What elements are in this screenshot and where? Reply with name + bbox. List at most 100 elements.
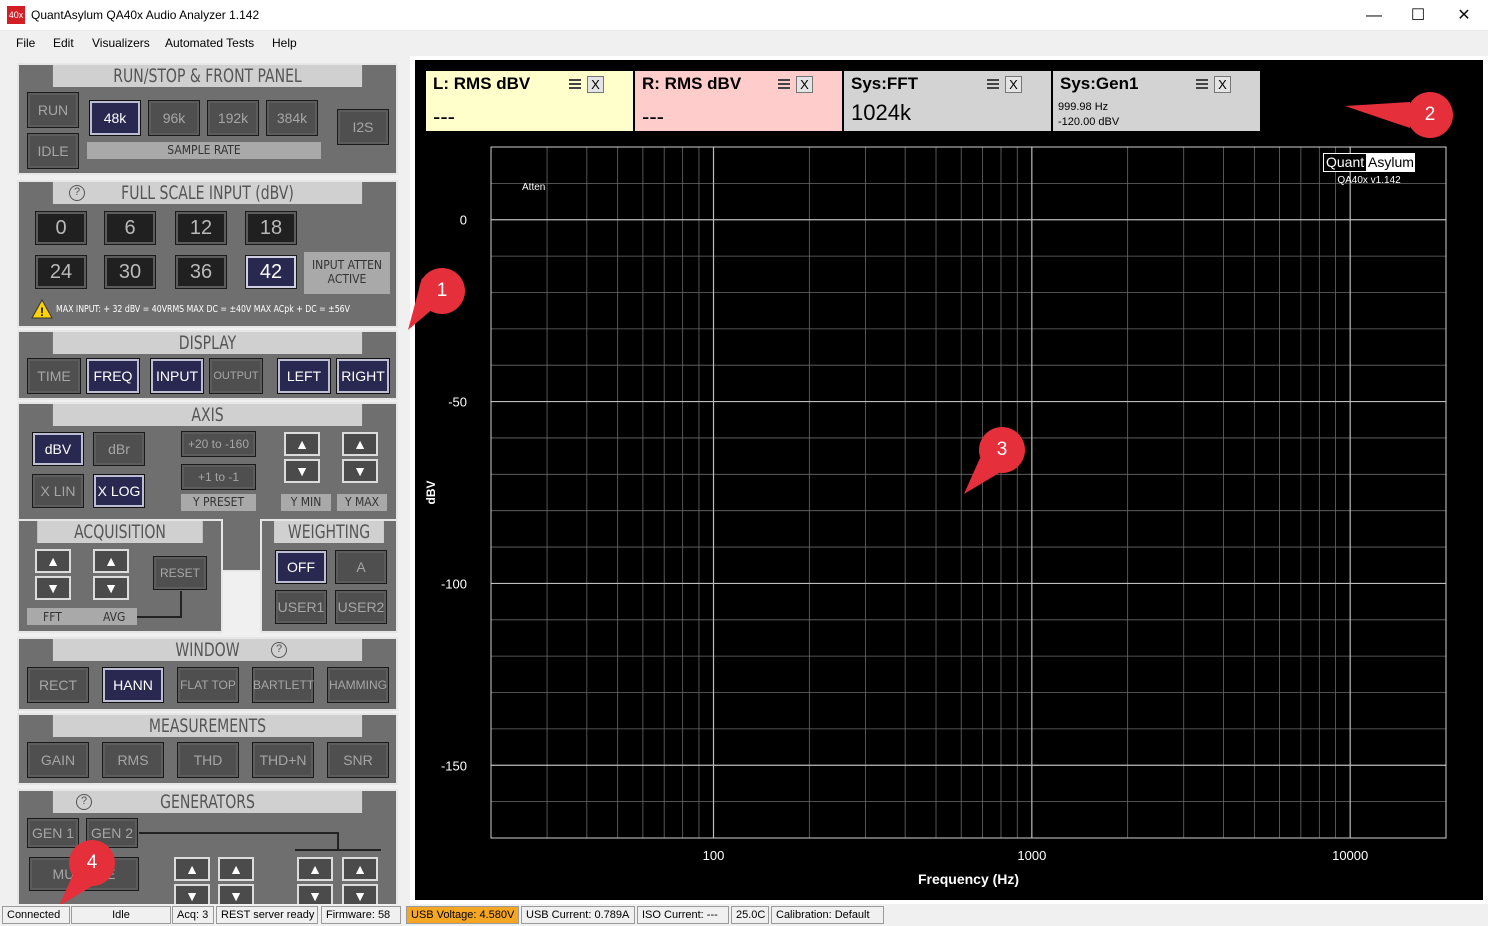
reset-connector-v (180, 591, 182, 618)
maximize-icon[interactable]: ☐ (1395, 0, 1441, 31)
minimize-icon[interactable]: — (1351, 0, 1397, 31)
window-section: WINDOW ? RECT HANN FLAT TOP BARTLETT HAM… (17, 637, 398, 711)
input-atten-label: INPUT ATTEN ACTIVE (304, 252, 390, 294)
weighting-section: WEIGHTING OFF A USER1 USER2 (260, 519, 398, 633)
gain-button[interactable]: GAIN (27, 742, 89, 778)
x-axis-label: Frequency (Hz) (918, 871, 1019, 887)
fs-36-button[interactable]: 36 (175, 255, 227, 289)
weighting-off-button[interactable]: OFF (275, 550, 327, 584)
rate-384k-button[interactable]: 384k (266, 100, 318, 136)
menu-edit[interactable]: Edit (53, 36, 74, 50)
avg-down-button[interactable]: ▼ (93, 576, 129, 600)
window-help-icon[interactable]: ? (271, 642, 287, 658)
preset-1-1-button[interactable]: +1 to -1 (181, 464, 256, 490)
marker-2: 2 (1407, 92, 1453, 138)
menu-bar: File Edit Visualizers Automated Tests He… (0, 31, 1488, 56)
window-title: QuantAsylum QA40x Audio Analyzer 1.142 (31, 8, 260, 22)
preset-20-160-button[interactable]: +20 to -160 (181, 431, 256, 457)
fs-12-button[interactable]: 12 (175, 211, 227, 245)
help-icon[interactable]: ? (69, 185, 85, 201)
menu-file[interactable]: File (16, 36, 35, 50)
rate-96k-button[interactable]: 96k (148, 100, 200, 136)
weighting-user1-button[interactable]: USER1 (275, 590, 327, 624)
y-max-down-button[interactable]: ▼ (342, 459, 378, 483)
left-button[interactable]: LEFT (277, 358, 331, 394)
gen2-up2-button[interactable]: ▲ (342, 857, 378, 881)
input-button[interactable]: INPUT (150, 358, 204, 394)
hamming-button[interactable]: HAMMING (327, 667, 389, 703)
menu-help[interactable]: Help (272, 36, 297, 50)
x-tick-labels: 100 1000 10000 (703, 848, 1369, 863)
y-min-down-button[interactable]: ▼ (284, 459, 320, 483)
bartlett-button[interactable]: BARTLETT (252, 667, 314, 703)
y-tick-label: -150 (441, 758, 467, 773)
rate-48k-button[interactable]: 48k (89, 100, 141, 136)
app-icon: 40x (7, 6, 25, 24)
freq-button[interactable]: FREQ (86, 358, 140, 394)
output-button[interactable]: OUTPUT (209, 358, 263, 394)
idle-button[interactable]: IDLE (27, 133, 79, 169)
status-rest: REST server ready (216, 906, 318, 924)
fft-plot[interactable]: 100 1000 10000 0 -50 -100 -150 Frequency (Hz)… (415, 60, 1483, 900)
weighting-title: WEIGHTING (274, 521, 384, 543)
status-bar: Connected Idle Acq: 3 REST server ready … (0, 904, 1488, 926)
marker-1: 1 (419, 268, 465, 314)
fs-30-button[interactable]: 30 (104, 255, 156, 289)
title-bar: 40x QuantAsylum QA40x Audio Analyzer 1.1… (0, 0, 1488, 31)
y-tick-label: 0 (460, 213, 467, 228)
marker-4: 4 (69, 840, 115, 886)
gen1-button[interactable]: GEN 1 (27, 818, 79, 848)
plot-panel: L: RMS dBV X --- R: RMS dBV X --- Sys:FF… (415, 60, 1483, 900)
thd-button[interactable]: THD (177, 742, 239, 778)
close-icon[interactable]: ✕ (1441, 0, 1487, 31)
xlin-button[interactable]: X LIN (32, 474, 84, 508)
fft-up-button[interactable]: ▲ (35, 549, 71, 573)
status-usb-voltage: USB Voltage: 4.580V (406, 906, 519, 924)
y-min-up-button[interactable]: ▲ (284, 432, 320, 456)
rms-button[interactable]: RMS (102, 742, 164, 778)
display-title: DISPLAY (52, 332, 363, 354)
fs-18-button[interactable]: 18 (245, 211, 297, 245)
gen-connector-h (139, 832, 339, 834)
axis-title: AXIS (52, 404, 363, 426)
fs-24-button[interactable]: 24 (35, 255, 87, 289)
weighting-a-button[interactable]: A (335, 550, 387, 584)
fs-6-button[interactable]: 6 (104, 211, 156, 245)
weighting-user2-button[interactable]: USER2 (335, 590, 387, 624)
avg-up-button[interactable]: ▲ (93, 549, 129, 573)
run-button[interactable]: RUN (27, 92, 79, 128)
flat-top-button[interactable]: FLAT TOP (177, 667, 239, 703)
avg-label: AVG (103, 610, 126, 624)
y-max-up-button[interactable]: ▲ (342, 432, 378, 456)
right-button[interactable]: RIGHT (336, 358, 390, 394)
gen2-up-button[interactable]: ▲ (297, 857, 333, 881)
i2s-button[interactable]: I2S (337, 109, 389, 145)
fft-down-button[interactable]: ▼ (35, 576, 71, 600)
y-max-label: Y MAX (337, 494, 387, 511)
status-usb-current: USB Current: 0.789A (521, 906, 635, 924)
dbr-button[interactable]: dBr (93, 432, 145, 466)
status-acq: Acq: 3 (172, 906, 214, 924)
gen1-up2-button[interactable]: ▲ (218, 857, 254, 881)
acquisition-title: ACQUISITION (37, 521, 203, 543)
gen1-up-button[interactable]: ▲ (174, 857, 210, 881)
menu-automated-tests[interactable]: Automated Tests (165, 36, 254, 50)
measurements-section: MEASUREMENTS GAIN RMS THD THD+N SNR (17, 713, 398, 785)
rect-button[interactable]: RECT (27, 667, 89, 703)
y-min-label: Y MIN (281, 494, 331, 511)
dbv-button[interactable]: dBV (32, 432, 84, 466)
hann-button[interactable]: HANN (102, 667, 164, 703)
status-calibration: Calibration: Default (771, 906, 884, 924)
menu-visualizers[interactable]: Visualizers (92, 36, 150, 50)
time-button[interactable]: TIME (27, 358, 81, 394)
xlog-button[interactable]: X LOG (93, 474, 145, 508)
reset-button[interactable]: RESET (153, 556, 207, 590)
generators-help-icon[interactable]: ? (76, 794, 92, 810)
thdn-button[interactable]: THD+N (252, 742, 314, 778)
atten-annotation: Atten (522, 182, 545, 193)
fs-42-button[interactable]: 42 (245, 255, 297, 289)
snr-button[interactable]: SNR (327, 742, 389, 778)
fs-0-button[interactable]: 0 (35, 211, 87, 245)
rate-192k-button[interactable]: 192k (207, 100, 259, 136)
logo-version: QA40x v1.142 (1337, 175, 1401, 186)
